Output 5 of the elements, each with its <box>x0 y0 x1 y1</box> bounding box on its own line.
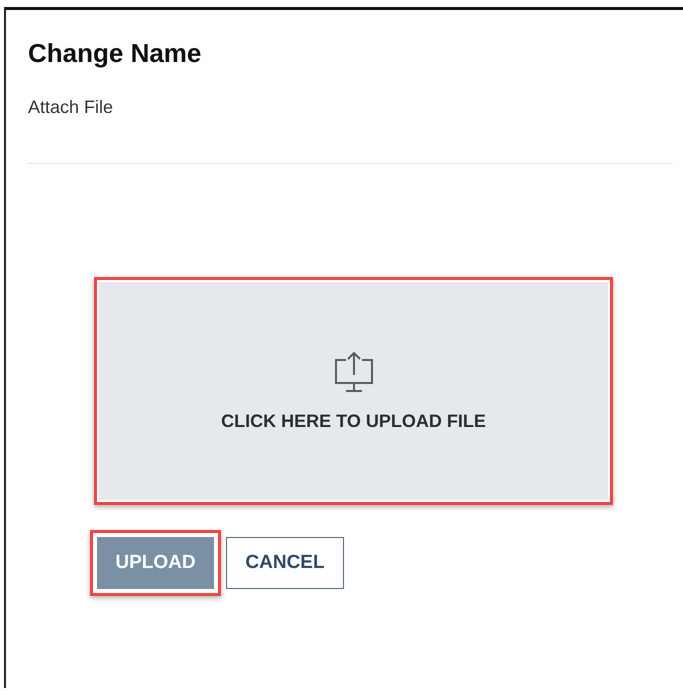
dialog-subtitle: Attach File <box>28 96 114 118</box>
dropzone-label: CLICK HERE TO UPLOAD FILE <box>221 410 486 432</box>
upload-dropzone[interactable]: CLICK HERE TO UPLOAD FILE <box>99 282 608 500</box>
dialog-title: Change Name <box>28 38 202 68</box>
cancel-button[interactable]: CANCEL <box>226 537 344 589</box>
